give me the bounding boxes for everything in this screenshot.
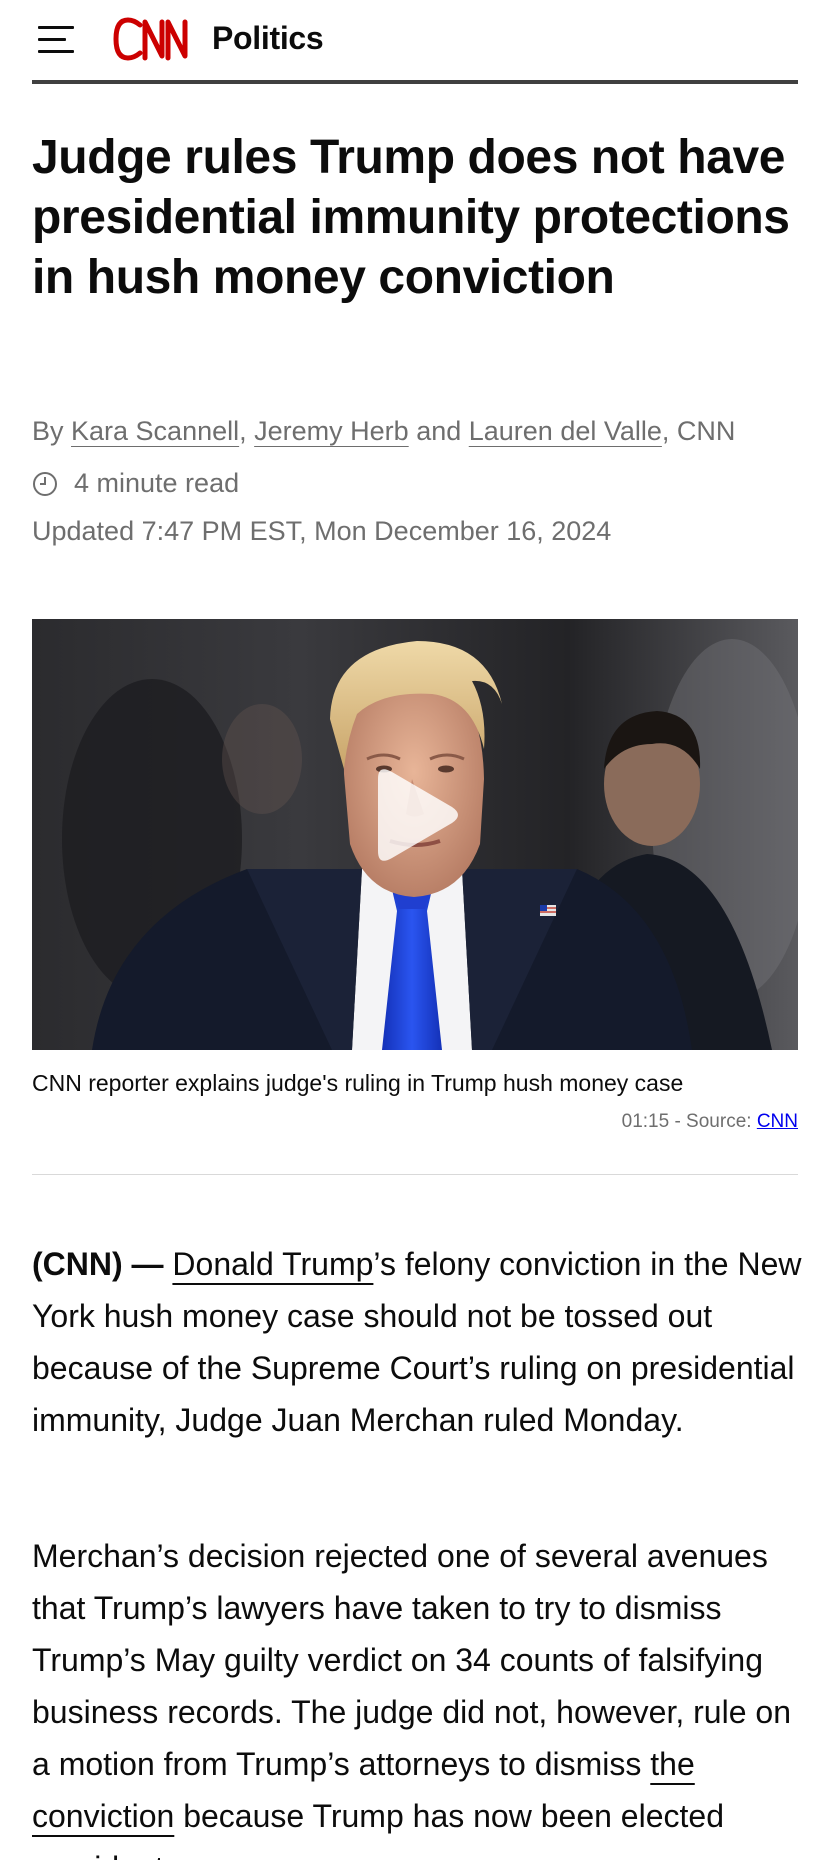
video-player[interactable] [32,619,798,1050]
read-time: 4 minute read [32,468,239,499]
video-caption: CNN reporter explains judge's ruling in … [32,1070,684,1096]
video-duration: 01:15 - Source: [621,1111,757,1132]
author-link[interactable]: Jeremy Herb [254,416,409,446]
site-header: Politics [32,0,798,84]
video-source: 01:15 - Source: CNN [622,1111,798,1133]
author-link[interactable]: Lauren del Valle [469,416,662,446]
byline-separator: and [408,416,469,446]
divider [32,1174,798,1175]
cnn-logo[interactable] [112,16,206,62]
author-link[interactable]: Kara Scannell [71,416,239,446]
byline-prefix: By [32,416,72,446]
read-time-label: 4 minute read [74,468,240,498]
video-thumbnail [32,619,798,1050]
byline-separator: , [239,416,255,446]
section-title[interactable]: Politics [212,20,324,57]
byline-source: , CNN [661,416,736,446]
article-paragraph: Merchan’s decision rejected one of sever… [32,1530,812,1860]
clock-icon [33,471,57,496]
byline: By Kara Scannell, Jeremy Herb and Lauren… [32,416,812,447]
article-paragraph: (CNN) — Donald Trump’s felony conviction… [32,1238,812,1446]
article-headline: Judge rules Trump does not have presiden… [32,131,790,304]
hamburger-menu-icon[interactable] [38,26,74,54]
dateline: (CNN) — [32,1246,173,1282]
inline-link[interactable]: Donald Trump [172,1246,373,1282]
updated-timestamp: Updated 7:47 PM EST, Mon December 16, 20… [32,516,612,546]
source-link[interactable]: CNN [757,1111,798,1132]
